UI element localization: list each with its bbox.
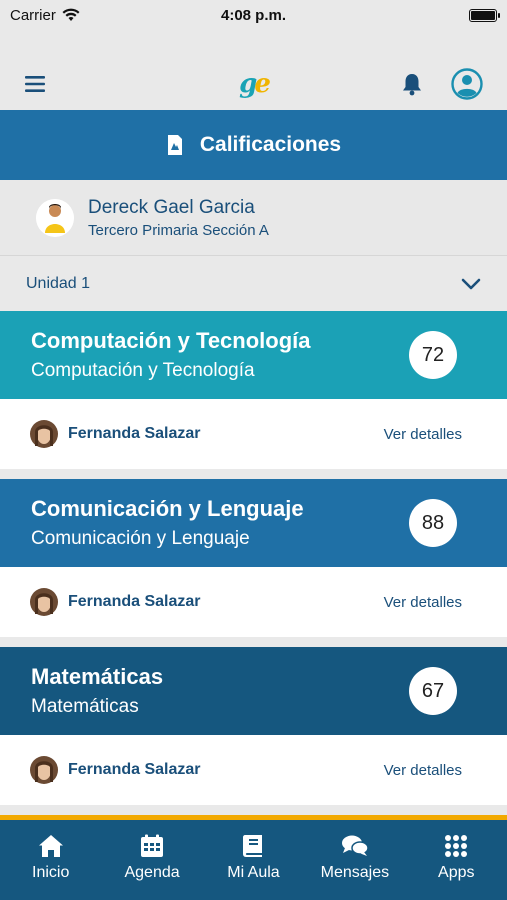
nav-item-apps[interactable]: Apps — [411, 834, 501, 882]
course-footer: Fernanda Salazar Ver detalles — [0, 567, 507, 637]
course-card: Matemáticas Matemáticas 67 Fernanda Sala… — [0, 647, 507, 805]
course-header[interactable]: Computación y Tecnología Computación y T… — [0, 311, 507, 399]
carrier-label: Carrier — [10, 6, 56, 24]
teacher-avatar — [30, 420, 58, 448]
book-icon — [243, 835, 263, 857]
course-footer: Fernanda Salazar Ver detalles — [0, 735, 507, 805]
student-name: Dereck Gael Garcia — [88, 196, 255, 218]
status-bar: Carrier 4:08 p.m. — [0, 0, 507, 30]
grades-document-icon — [167, 135, 182, 155]
nav-label: Mi Aula — [227, 864, 280, 881]
nav-item-inicio[interactable]: Inicio — [6, 834, 96, 882]
nav-label: Agenda — [124, 864, 180, 881]
teacher-name: Fernanda Salazar — [68, 761, 201, 778]
app-logo: ge — [239, 69, 271, 99]
teacher-name: Fernanda Salazar — [68, 593, 201, 610]
grid-icon — [445, 835, 468, 857]
chevron-down-icon — [461, 278, 481, 290]
course-header[interactable]: Comunicación y Lenguaje Comunicación y L… — [0, 479, 507, 567]
course-footer: Fernanda Salazar Ver detalles — [0, 399, 507, 469]
unit-dropdown-value: Unidad 1 — [26, 275, 91, 292]
grade-badge: 72 — [409, 331, 457, 379]
student-card: Dereck Gael Garcia Tercero Primaria Secc… — [0, 180, 507, 256]
home-icon — [38, 835, 63, 857]
bell-icon[interactable] — [401, 72, 423, 96]
course-card: Comunicación y Lenguaje Comunicación y L… — [0, 479, 507, 637]
page-title: Calificaciones — [199, 133, 342, 156]
teacher-avatar — [30, 756, 58, 784]
view-details-link[interactable]: Ver detalles — [384, 762, 462, 779]
grade-badge: 88 — [409, 499, 457, 547]
bottom-navigation: Inicio Agenda Mi Aula Mensajes Apps — [0, 815, 507, 900]
page-title-bar: Calificaciones — [0, 110, 507, 180]
menu-icon[interactable] — [24, 75, 46, 93]
nav-label: Mensajes — [320, 864, 390, 881]
course-title: Comunicación y Lenguaje — [31, 496, 304, 521]
course-subtitle: Computación y Tecnología — [31, 360, 255, 381]
nav-item-mi-aula[interactable]: Mi Aula — [208, 834, 298, 882]
student-avatar — [36, 198, 74, 237]
grade-badge: 67 — [409, 667, 457, 715]
student-class: Tercero Primaria Sección A — [88, 221, 269, 239]
course-subtitle: Matemáticas — [31, 696, 139, 717]
teacher-name: Fernanda Salazar — [68, 425, 201, 442]
nav-item-mensajes[interactable]: Mensajes — [310, 834, 400, 882]
calendar-icon — [141, 834, 164, 857]
unit-dropdown[interactable]: Unidad 1 — [0, 262, 507, 306]
chat-icon — [341, 835, 369, 856]
app-header: ge — [0, 58, 507, 110]
teacher-avatar — [30, 588, 58, 616]
profile-icon[interactable] — [451, 68, 483, 100]
status-time: 4:08 p.m. — [220, 6, 287, 24]
nav-label: Inicio — [32, 864, 70, 881]
course-card: Computación y Tecnología Computación y T… — [0, 311, 507, 469]
wifi-icon — [62, 8, 80, 21]
nav-label: Apps — [438, 864, 475, 881]
nav-item-agenda[interactable]: Agenda — [107, 834, 197, 882]
course-subtitle: Comunicación y Lenguaje — [31, 528, 250, 549]
view-details-link[interactable]: Ver detalles — [384, 594, 462, 611]
battery-icon — [469, 8, 500, 22]
course-title: Computación y Tecnología — [31, 328, 311, 353]
view-details-link[interactable]: Ver detalles — [384, 426, 462, 443]
course-header[interactable]: Matemáticas Matemáticas 67 — [0, 647, 507, 735]
course-title: Matemáticas — [31, 664, 164, 689]
